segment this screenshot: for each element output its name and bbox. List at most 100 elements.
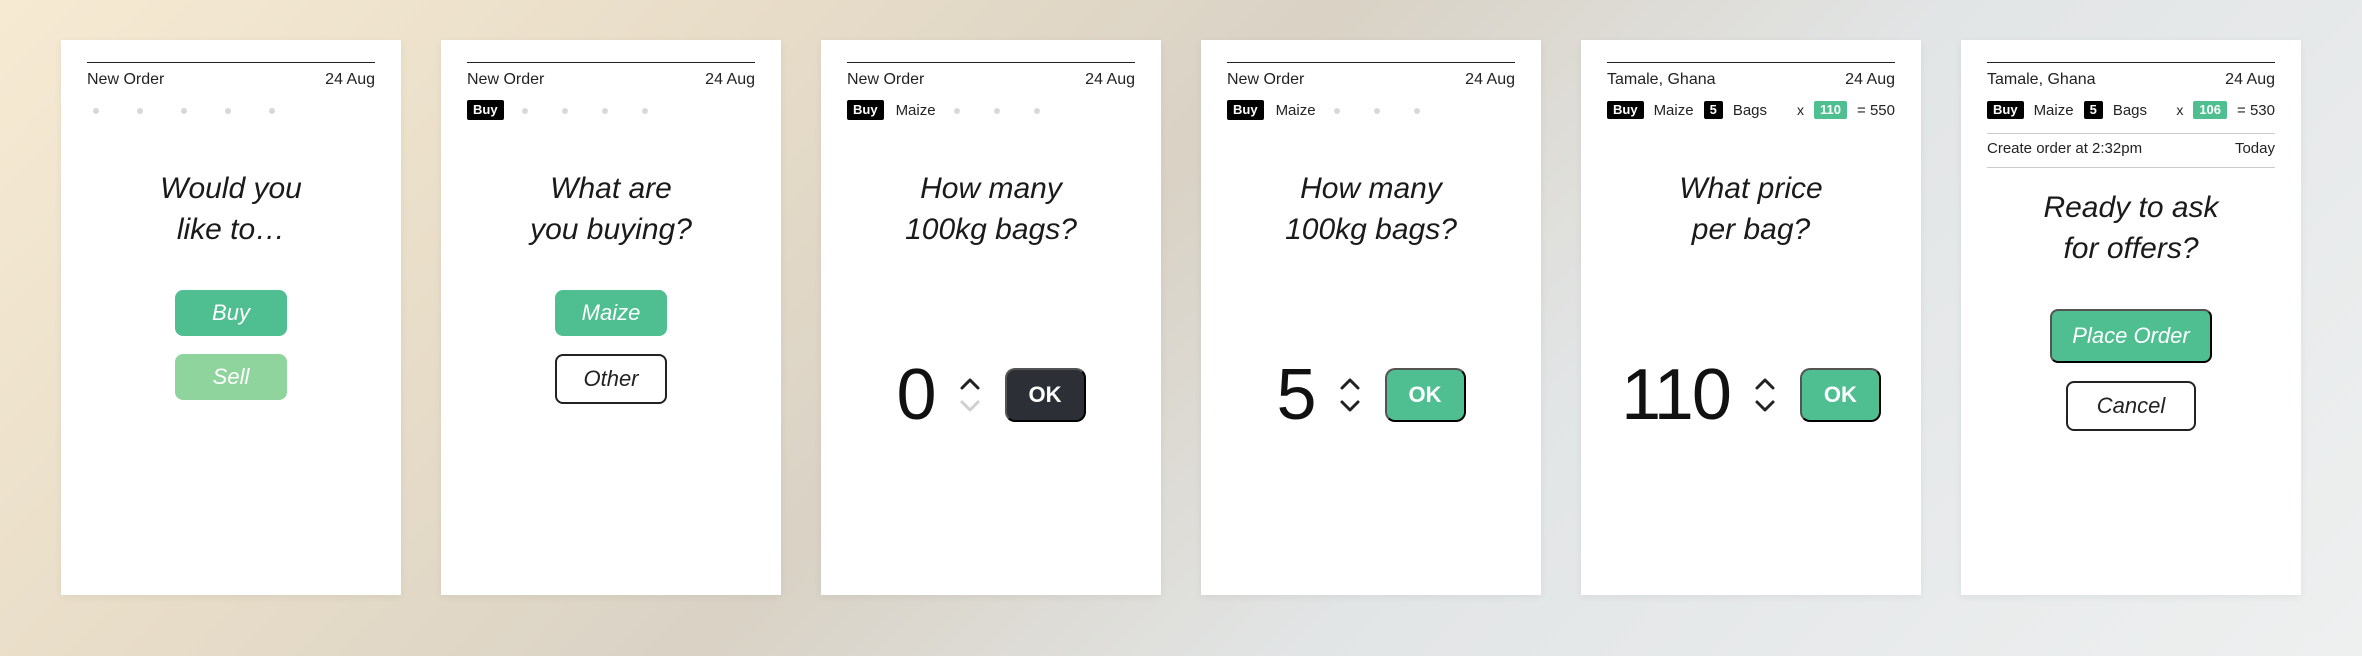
header-title: New Order: [847, 71, 924, 89]
divider: [847, 62, 1135, 63]
multiply-symbol: x: [1797, 102, 1804, 118]
order-step-card-2: New Order 24 Aug Buy What are you buying…: [441, 40, 781, 595]
maize-button[interactable]: Maize: [555, 290, 667, 336]
product-label: Maize: [2034, 102, 2074, 119]
chevron-up-icon[interactable]: [1754, 375, 1776, 393]
divider: [1987, 62, 2275, 63]
step-dot: [954, 108, 960, 114]
step-dot: [1034, 108, 1040, 114]
buy-chip: Buy: [467, 100, 504, 120]
card-header: New Order 24 Aug: [847, 71, 1135, 89]
divider: [467, 62, 755, 63]
step-dot: [181, 108, 187, 114]
price-chip: 106: [2193, 101, 2227, 120]
prompt-line1: Would you: [160, 172, 302, 205]
ok-button[interactable]: OK: [1005, 368, 1086, 422]
prompt-line2: for offers?: [2063, 232, 2198, 265]
order-time-label: Create order at 2:32pm: [1987, 140, 2142, 157]
header-date: 24 Aug: [1465, 71, 1515, 89]
header-location: Tamale, Ghana: [1987, 71, 2096, 89]
total-label: = 550: [1857, 102, 1895, 119]
buy-chip: Buy: [1607, 101, 1644, 120]
step-dot: [1374, 108, 1380, 114]
quantity-stepper[interactable]: [1339, 375, 1361, 415]
order-summary-row: Buy Maize 5 Bags x 110 = 550: [1607, 99, 1895, 121]
order-step-card-3: New Order 24 Aug Buy Maize How many 100k…: [821, 40, 1161, 595]
prompt-text: Would you like to…: [87, 169, 375, 250]
card-header: New Order 24 Aug: [467, 71, 755, 89]
quantity-value: 5: [1276, 354, 1314, 436]
header-title: New Order: [87, 71, 164, 89]
header-title: New Order: [467, 71, 544, 89]
step-dot: [1334, 108, 1340, 114]
product-label: Maize: [896, 102, 936, 119]
ok-button[interactable]: OK: [1800, 368, 1881, 422]
multiply-symbol: x: [2176, 102, 2183, 118]
price-chip: 110: [1814, 101, 1847, 120]
progress-subrow: Buy: [467, 99, 755, 121]
buy-button[interactable]: Buy: [175, 290, 287, 336]
prompt-text: How many 100kg bags?: [1227, 169, 1515, 250]
header-date: 24 Aug: [325, 71, 375, 89]
header-date: 24 Aug: [705, 71, 755, 89]
unit-label: Bags: [1733, 102, 1767, 119]
prompt-line1: How many: [920, 172, 1062, 205]
chevron-up-icon[interactable]: [1339, 375, 1361, 393]
prompt-line1: How many: [1300, 172, 1442, 205]
header-location: Tamale, Ghana: [1607, 71, 1716, 89]
qty-chip: 5: [2084, 101, 2103, 120]
order-day-label: Today: [2235, 140, 2275, 157]
order-step-card-5: Tamale, Ghana 24 Aug Buy Maize 5 Bags x …: [1581, 40, 1921, 595]
progress-dots: [87, 99, 375, 121]
step-dot: [137, 108, 143, 114]
order-meta-row: Create order at 2:32pm Today: [1987, 140, 2275, 157]
quantity-value: 0: [896, 354, 934, 436]
chevron-up-icon[interactable]: [959, 375, 981, 393]
prompt-line2: per bag?: [1692, 213, 1810, 246]
step-dot: [1414, 108, 1420, 114]
progress-subrow: Buy Maize: [1227, 99, 1515, 121]
other-button[interactable]: Other: [555, 354, 667, 404]
prompt-line1: Ready to ask: [2043, 191, 2218, 224]
order-summary-row: Buy Maize 5 Bags x 106 = 530: [1987, 99, 2275, 121]
step-dot: [269, 108, 275, 114]
divider: [1227, 62, 1515, 63]
place-order-button[interactable]: Place Order: [2050, 309, 2211, 363]
total-label: = 530: [2237, 102, 2275, 119]
buy-chip: Buy: [1227, 100, 1264, 120]
chevron-down-icon[interactable]: [1754, 397, 1776, 415]
ok-button[interactable]: OK: [1385, 368, 1466, 422]
step-dot: [602, 108, 608, 114]
prompt-line1: What price: [1679, 172, 1822, 205]
buy-chip: Buy: [847, 100, 884, 120]
price-stepper[interactable]: [1754, 375, 1776, 415]
header-title: New Order: [1227, 71, 1304, 89]
header-date: 24 Aug: [2225, 71, 2275, 89]
header-date: 24 Aug: [1845, 71, 1895, 89]
divider: [1987, 167, 2275, 168]
divider: [87, 62, 375, 63]
divider: [1987, 133, 2275, 134]
chevron-down-icon[interactable]: [1339, 397, 1361, 415]
prompt-text: What are you buying?: [467, 169, 755, 250]
prompt-line2: like to…: [177, 213, 285, 246]
header-date: 24 Aug: [1085, 71, 1135, 89]
order-step-card-4: New Order 24 Aug Buy Maize How many 100k…: [1201, 40, 1541, 595]
step-dot: [93, 108, 99, 114]
qty-chip: 5: [1704, 101, 1723, 120]
step-dot: [522, 108, 528, 114]
sell-button[interactable]: Sell: [175, 354, 287, 400]
product-label: Maize: [1654, 102, 1694, 119]
order-step-card-1: New Order 24 Aug Would you like to… Buy …: [61, 40, 401, 595]
prompt-line1: What are: [550, 172, 672, 205]
card-header: Tamale, Ghana 24 Aug: [1987, 71, 2275, 89]
cancel-button[interactable]: Cancel: [2066, 381, 2196, 431]
quantity-stepper[interactable]: [959, 375, 981, 415]
divider: [1607, 62, 1895, 63]
order-step-card-6: Tamale, Ghana 24 Aug Buy Maize 5 Bags x …: [1961, 40, 2301, 595]
step-dot: [642, 108, 648, 114]
step-dot: [562, 108, 568, 114]
prompt-line2: you buying?: [530, 213, 692, 246]
chevron-down-icon[interactable]: [959, 397, 981, 415]
prompt-text: How many 100kg bags?: [847, 169, 1135, 250]
